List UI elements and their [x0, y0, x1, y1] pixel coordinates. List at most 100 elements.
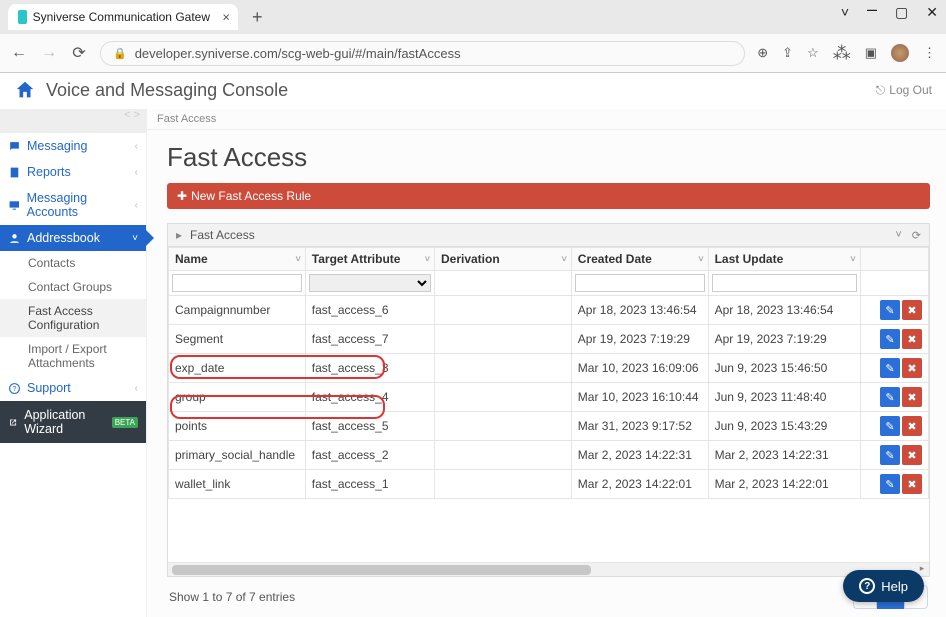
cell-name: primary_social_handle: [169, 441, 306, 470]
grid-info: Show 1 to 7 of 7 entries: [169, 590, 295, 604]
horizontal-scrollbar[interactable]: ◂ ▸: [168, 562, 929, 576]
filter-updated-input[interactable]: [712, 274, 857, 292]
window-maximize-icon[interactable]: ▢: [895, 4, 908, 21]
zoom-icon[interactable]: ⊕: [757, 45, 768, 61]
cell-created: Mar 10, 2023 16:10:44: [571, 383, 708, 412]
table-row[interactable]: wallet_linkfast_access_1Mar 2, 2023 14:2…: [169, 470, 929, 499]
sidebar-sub-contacts[interactable]: Contacts: [0, 251, 146, 275]
new-tab-button[interactable]: +: [246, 7, 269, 28]
cell-name: group: [169, 383, 306, 412]
url-field[interactable]: 🔒 developer.syniverse.com/scg-web-gui/#/…: [100, 41, 745, 66]
cell-created: Mar 31, 2023 9:17:52: [571, 412, 708, 441]
document-icon: [8, 166, 21, 179]
cell-target: fast_access_4: [305, 383, 434, 412]
logout-link[interactable]: ⎋ Log Out: [876, 83, 932, 98]
col-created[interactable]: Created Date˅: [571, 248, 708, 271]
nav-back-icon[interactable]: ←: [10, 44, 28, 62]
address-bar: ← → ⟳ 🔒 developer.syniverse.com/scg-web-…: [0, 34, 946, 72]
profile-avatar-icon[interactable]: [891, 44, 909, 62]
sidebar-toggle[interactable]: < >: [0, 109, 146, 133]
sidebar-item-wizard[interactable]: Application Wizard BETA: [0, 401, 146, 443]
sidebar-item-support[interactable]: ? Support ‹: [0, 375, 146, 401]
edit-button[interactable]: ✎: [880, 329, 900, 349]
delete-button[interactable]: ✖: [902, 387, 922, 407]
chevron-left-icon: ‹: [135, 200, 138, 211]
delete-button[interactable]: ✖: [902, 416, 922, 436]
sort-icon: ˅: [850, 254, 855, 264]
table-row[interactable]: exp_datefast_access_3Mar 10, 2023 16:09:…: [169, 354, 929, 383]
filter-name-input[interactable]: [172, 274, 302, 292]
window-close-icon[interactable]: ✕: [926, 4, 938, 21]
grid-header: ▸ Fast Access ˅ ⟳: [168, 224, 929, 247]
sidebar-sub-contact-groups[interactable]: Contact Groups: [0, 275, 146, 299]
delete-button[interactable]: ✖: [902, 474, 922, 494]
table-row[interactable]: Segmentfast_access_7Apr 19, 2023 7:19:29…: [169, 325, 929, 354]
edit-button[interactable]: ✎: [880, 358, 900, 378]
edit-button[interactable]: ✎: [880, 416, 900, 436]
app-title: Voice and Messaging Console: [46, 80, 288, 101]
col-target[interactable]: Target Attribute˅: [305, 248, 434, 271]
col-name[interactable]: Name˅: [169, 248, 306, 271]
edit-button[interactable]: ✎: [880, 445, 900, 465]
delete-button[interactable]: ✖: [902, 300, 922, 320]
page-title: Fast Access: [167, 142, 930, 173]
cell-derivation: [434, 412, 571, 441]
window-controls: ˅ – ▢ ✕: [841, 4, 938, 21]
home-icon[interactable]: [14, 79, 36, 101]
browser-tab[interactable]: Syniverse Communication Gatew ×: [8, 4, 238, 30]
col-updated[interactable]: Last Update˅: [708, 248, 860, 271]
nav-reload-icon[interactable]: ⟳: [70, 43, 88, 63]
grid-footer: Show 1 to 7 of 7 entries ‹ 1 ›: [167, 577, 930, 609]
tab-strip: Syniverse Communication Gatew × + ˅ – ▢ …: [0, 0, 946, 34]
grid-title: Fast Access: [190, 228, 255, 242]
col-derivation[interactable]: Derivation˅: [434, 248, 571, 271]
sidebar-item-addressbook[interactable]: Addressbook ˅: [0, 225, 146, 251]
sidebar-label: Messaging: [27, 139, 87, 153]
cell-updated: Apr 18, 2023 13:46:54: [708, 296, 860, 325]
nav-forward-icon[interactable]: →: [40, 44, 58, 62]
extensions-icon[interactable]: ⁂: [833, 43, 851, 64]
chevron-left-icon: ‹: [135, 141, 138, 152]
sidebar-sub-fast-access[interactable]: Fast Access Configuration: [0, 299, 146, 337]
star-icon[interactable]: ☆: [807, 45, 819, 61]
cell-derivation: [434, 470, 571, 499]
monitor-icon: [8, 199, 21, 212]
cell-updated: Jun 9, 2023 15:46:50: [708, 354, 860, 383]
filter-created-input[interactable]: [575, 274, 705, 292]
grid-refresh-icon[interactable]: ⟳: [912, 229, 921, 242]
help-button[interactable]: ? Help: [843, 570, 924, 602]
cell-updated: Mar 2, 2023 14:22:01: [708, 470, 860, 499]
delete-button[interactable]: ✖: [902, 358, 922, 378]
sidebar-item-messaging-accounts[interactable]: Messaging Accounts ‹: [0, 185, 146, 225]
help-circle-icon: ?: [859, 578, 875, 594]
cell-target: fast_access_6: [305, 296, 434, 325]
sidebar-label: Addressbook: [27, 231, 100, 245]
tab-close-icon[interactable]: ×: [222, 10, 230, 25]
grid-min-icon[interactable]: ˅: [895, 229, 901, 242]
share-icon[interactable]: ⇪: [782, 45, 793, 61]
delete-button[interactable]: ✖: [902, 329, 922, 349]
cell-name: wallet_link: [169, 470, 306, 499]
edit-button[interactable]: ✎: [880, 387, 900, 407]
cell-derivation: [434, 441, 571, 470]
window-minimize-icon[interactable]: –: [867, 4, 877, 21]
table-row[interactable]: pointsfast_access_5Mar 31, 2023 9:17:52J…: [169, 412, 929, 441]
scrollbar-thumb[interactable]: [172, 565, 591, 575]
edit-button[interactable]: ✎: [880, 300, 900, 320]
edit-button[interactable]: ✎: [880, 474, 900, 494]
table-row[interactable]: groupfast_access_4Mar 10, 2023 16:10:44J…: [169, 383, 929, 412]
window-down-icon[interactable]: ˅: [841, 4, 849, 21]
table-row[interactable]: Campaignnumberfast_access_6Apr 18, 2023 …: [169, 296, 929, 325]
table-row[interactable]: primary_social_handlefast_access_2Mar 2,…: [169, 441, 929, 470]
delete-button[interactable]: ✖: [902, 445, 922, 465]
sidebar-item-reports[interactable]: Reports ‹: [0, 159, 146, 185]
lock-icon: 🔒: [113, 47, 127, 60]
filter-target-select[interactable]: [309, 274, 431, 292]
menu-icon[interactable]: ⋮: [923, 45, 936, 61]
sidebar-sub-import-export[interactable]: Import / Export Attachments: [0, 337, 146, 375]
new-fast-access-rule-button[interactable]: ✚ New Fast Access Rule: [167, 183, 930, 209]
sidebar-item-messaging[interactable]: Messaging ‹: [0, 133, 146, 159]
panel-icon[interactable]: ▣: [865, 45, 877, 61]
grid-collapse-icon[interactable]: ▸: [176, 228, 182, 242]
table-filter-row: [169, 271, 929, 296]
